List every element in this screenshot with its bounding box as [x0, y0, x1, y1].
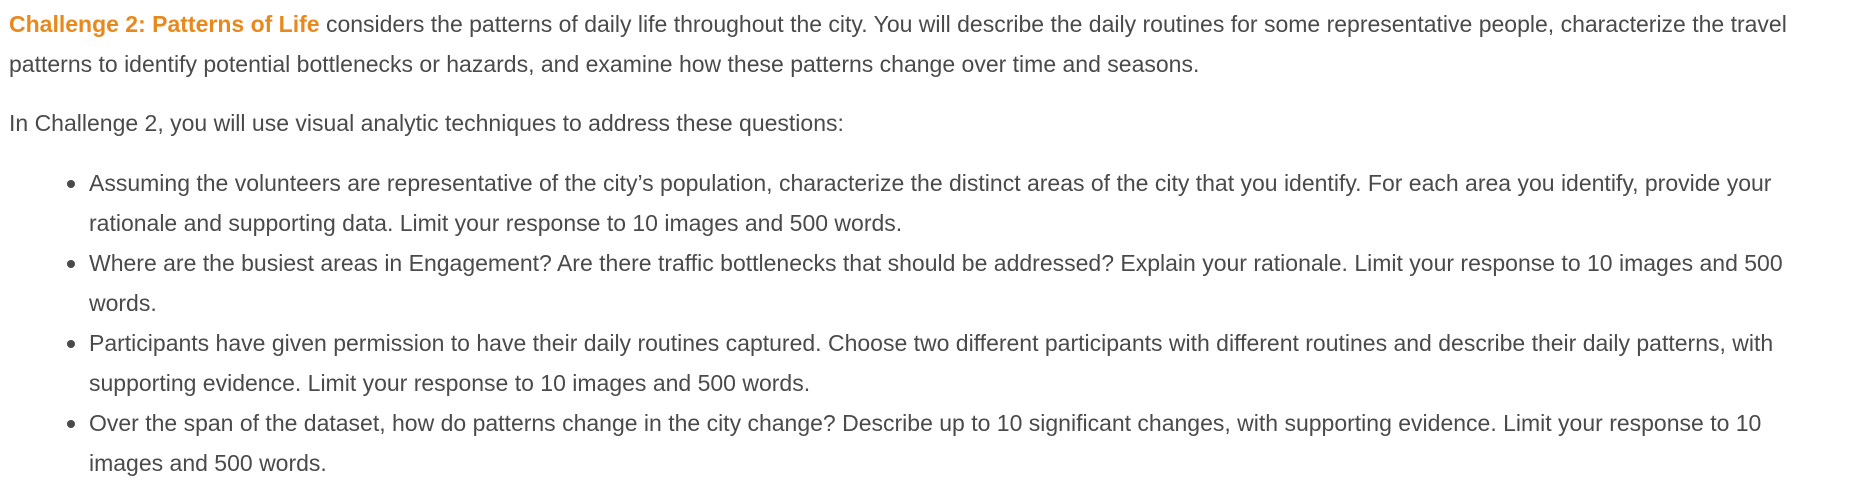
list-item: Where are the busiest areas in Engagemen…: [67, 243, 1840, 323]
list-item: Over the span of the dataset, how do pat…: [67, 403, 1840, 483]
challenge-intro-paragraph: Challenge 2: Patterns of Life considers …: [9, 0, 1840, 84]
question-text: Over the span of the dataset, how do pat…: [89, 410, 1762, 476]
bullet-icon: [67, 420, 75, 428]
bullet-icon: [67, 180, 75, 188]
question-text: Assuming the volunteers are representati…: [89, 170, 1772, 236]
question-text: Participants have given permission to ha…: [89, 330, 1774, 396]
bullet-icon: [67, 260, 75, 268]
bullet-icon: [67, 340, 75, 348]
list-item: Assuming the volunteers are representati…: [67, 163, 1840, 243]
list-item: Participants have given permission to ha…: [67, 323, 1840, 403]
challenge-description: Challenge 2: Patterns of Life considers …: [0, 0, 1850, 483]
questions-list: Assuming the volunteers are representati…: [9, 163, 1840, 483]
challenge-title: Challenge 2: Patterns of Life: [9, 11, 320, 37]
question-text: Where are the busiest areas in Engagemen…: [89, 250, 1783, 316]
questions-intro-text: In Challenge 2, you will use visual anal…: [9, 110, 844, 136]
